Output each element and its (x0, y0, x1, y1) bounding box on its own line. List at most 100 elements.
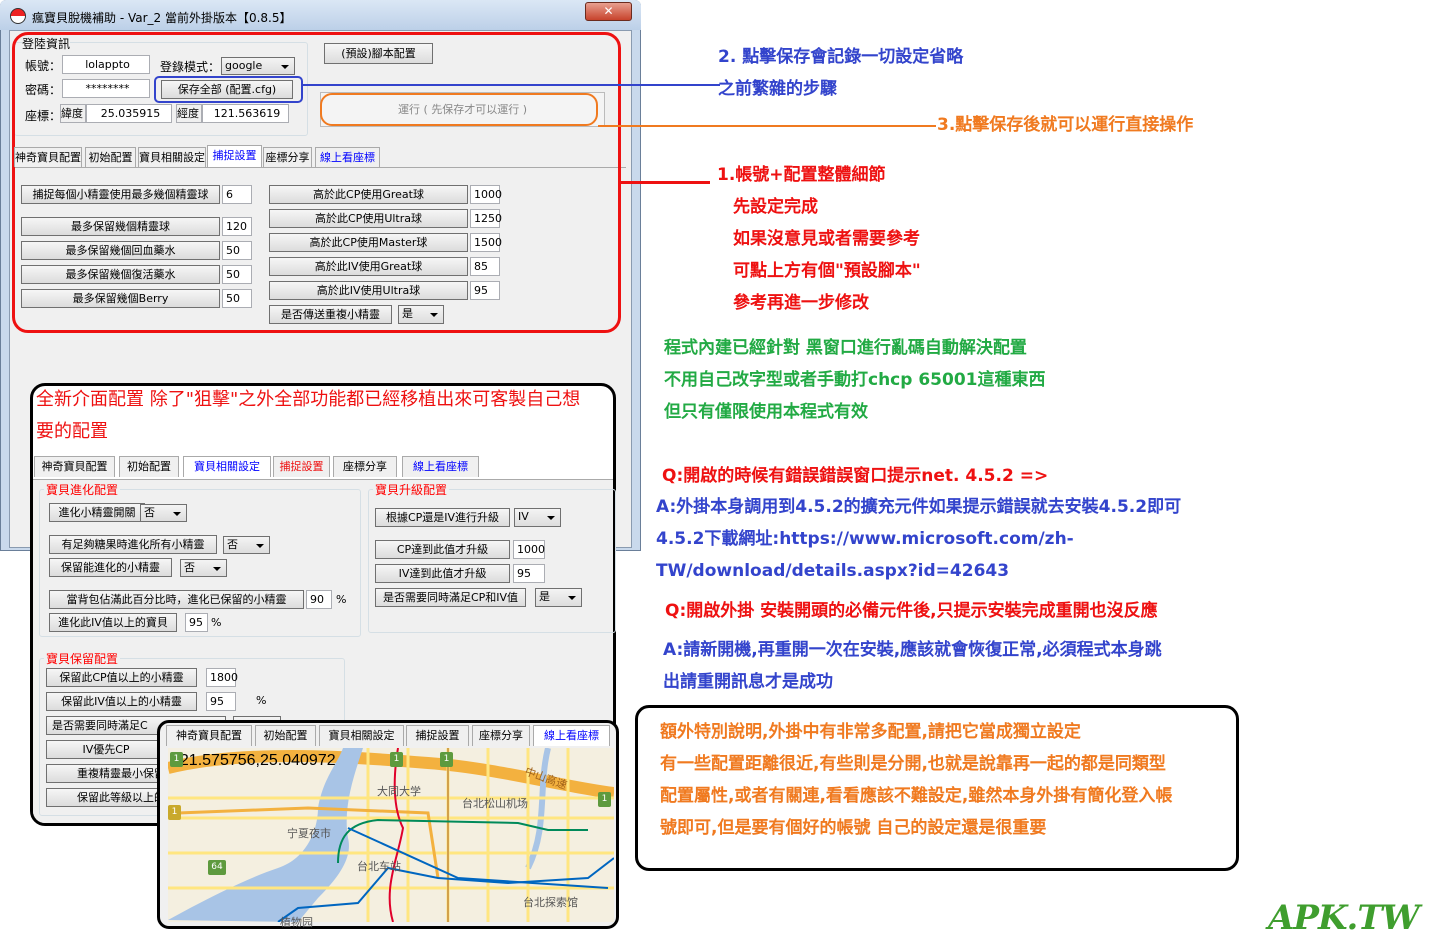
app-icon (10, 8, 26, 24)
account-note: 先設定完成 (733, 197, 818, 217)
capture-tab-4[interactable]: 座標分享 (263, 147, 312, 167)
map-tab-5[interactable]: 線上看座標 (533, 725, 610, 746)
title-bar: 瘋寶貝脫機補助 - Var_2 當前外掛版本【0.8.5】 ✕ (0, 0, 641, 30)
evolve-all-select[interactable]: 否 (223, 536, 270, 554)
map-route-shield: 1 (598, 792, 611, 807)
capture-tab-3[interactable]: 捕捉設置 (207, 145, 262, 167)
capture-left-label: 捕捉每個小精靈使用最多幾個精靈球 (21, 185, 220, 204)
capture-tab-2[interactable]: 寶貝相關設定 (138, 147, 206, 167)
faq-a1: A:外掛本身調用到4.5.2的擴充元件如果提示錯誤就去安裝4.5.2即可 (656, 497, 1182, 517)
faq-q1: Q:開啟的時候有錯誤錯誤窗口提示net. 4.5.2 => (662, 466, 1049, 486)
capture-right-input[interactable]: 95 (470, 281, 500, 300)
run-note: 3.點擊保存後就可以運行直接操作 (937, 115, 1194, 135)
account-note: 參考再進一步修改 (733, 293, 869, 313)
keep-iv-unit: % (256, 694, 267, 707)
map-label-explore: 台北探索馆 (523, 896, 578, 909)
map-tab-2[interactable]: 寶貝相關設定 (319, 725, 404, 746)
overlay-tab-4[interactable]: 座標分享 (333, 456, 397, 477)
capture-right-label: 高於此CP使用Great球 (269, 185, 468, 204)
config-connector-line (621, 181, 710, 184)
bag-percent-label: 當背包佔滿此百分比時，進化已保留的小精靈 (49, 590, 304, 609)
capture-tab-5[interactable]: 線上看座標 (315, 147, 380, 167)
map-tab-0[interactable]: 神奇寶貝配置 (166, 725, 252, 746)
map-route-shield: 1 (390, 752, 403, 767)
close-icon: ✕ (603, 4, 614, 18)
upgrade-cp-input[interactable]: 1000 (513, 540, 545, 559)
map-tab-4[interactable]: 座標分享 (472, 725, 530, 746)
capture-right-label: 高於此CP使用Ultra球 (269, 209, 468, 228)
capture-right-label: 高於此IV使用Great球 (269, 257, 468, 276)
note-box-line: 額外特別說明,外掛中有非常多配置,請把它當成獨立設定 (660, 722, 1081, 742)
close-button[interactable]: ✕ (585, 2, 632, 21)
overlay-tab-5[interactable]: 線上看座標 (402, 456, 479, 477)
capture-right-input[interactable]: 1500 (470, 233, 502, 252)
capture-left-input[interactable]: 50 (222, 241, 252, 260)
faq-a1: TW/download/details.aspx?id=42643 (656, 561, 1010, 581)
keep-iv-input[interactable]: 95 (206, 692, 236, 711)
capture-left-input[interactable]: 6 (222, 185, 252, 204)
new-ui-heading-line1: 全新介面配置 除了"狙擊"之外全部功能都已經移植出來可客製自己想 (36, 389, 581, 410)
bag-percent-input[interactable]: 90 (306, 590, 332, 609)
note-box-line: 號即可,但是要有個好的帳號 自己的設定還是很重要 (660, 818, 1047, 838)
capture-right-input[interactable]: 1000 (470, 185, 502, 204)
overlay-tab-2[interactable]: 寶貝相關設定 (183, 456, 271, 477)
capture-left-input[interactable]: 50 (222, 289, 252, 308)
faq-a2: A:請新開機,再重開一次在安裝,應該就會恢復正常,必須程式本身跳 (663, 640, 1162, 660)
note-box-line: 有一些配置距離很近,有些則是分開,也就是說靠再一起的都是同類型 (660, 754, 1166, 774)
evolve-all-label: 有足夠糖果時進化所有小精靈 (49, 535, 217, 554)
upgrade-iv-label: IV達到此值才升級 (375, 564, 510, 583)
evolve-switch-select[interactable]: 否 (140, 504, 187, 522)
account-note: 可點上方有個"預設腳本" (733, 261, 921, 281)
capture-left-input[interactable]: 50 (222, 265, 252, 284)
keep-group-title: 寶貝保留配置 (44, 650, 121, 667)
upgrade-both-select[interactable]: 是 (535, 588, 582, 607)
iv-first-label: IV優先CP (46, 740, 166, 759)
map-label-botanical: 植物园 (280, 916, 313, 929)
capture-left-label: 最多保留幾個精靈球 (21, 217, 220, 236)
map-route-shield: 64 (208, 860, 226, 875)
evolve-iv-unit: % (211, 616, 222, 629)
upgrade-cp-label: CP達到此值才升級 (375, 540, 510, 559)
overlay-tab-3[interactable]: 捕捉設置 (273, 456, 330, 477)
save-connector-line (302, 84, 720, 86)
map-tab-3[interactable]: 捕捉設置 (406, 725, 469, 746)
map-label-datong: 大同大学 (377, 785, 421, 798)
map-route-shield: 1 (170, 752, 183, 767)
upgrade-both-label: 是否需要同時滿足CP和IV值 (375, 588, 526, 607)
keep-evolvable-select[interactable]: 否 (180, 559, 227, 577)
capture-right-input[interactable]: 1250 (470, 209, 502, 228)
note-box-line: 配置屬性,或者有關連,看看應該不難設定,雖然本身外掛有簡化登入帳 (660, 786, 1173, 806)
overlay-tab-0[interactable]: 神奇寶貝配置 (34, 456, 115, 477)
bag-percent-unit: % (336, 593, 347, 606)
map-label-station: 台北车站 (357, 860, 401, 873)
account-note: 1.帳號+配置整體細節 (717, 165, 886, 185)
upgrade-group-title: 寶貝升級配置 (373, 481, 450, 498)
faq-a2: 出請重開訊息才是成功 (663, 672, 833, 692)
upgrade-basis-select[interactable]: IV (514, 508, 561, 527)
apk-watermark: APK.TW (1268, 898, 1420, 938)
faq-a1: 4.5.2下載網址:https://www.microsoft.com/zh- (656, 529, 1074, 549)
capture-right-input[interactable]: 85 (470, 257, 500, 276)
evolve-iv-input[interactable]: 95 (185, 613, 208, 632)
evolve-switch-label: 進化小精靈開關 (49, 503, 145, 522)
capture-left-label: 最多保留幾個復活藥水 (21, 265, 220, 284)
keep-iv-label: 保留此IV值以上的小精靈 (46, 692, 197, 711)
capture-left-label: 最多保留幾個回血藥水 (21, 241, 220, 260)
keep-cp-input[interactable]: 1800 (206, 668, 238, 687)
upgrade-iv-input[interactable]: 95 (513, 564, 545, 583)
evolve-group-title: 寶貝進化配置 (44, 481, 121, 498)
map-route-shield: 1 (440, 752, 453, 767)
capture-tab-1[interactable]: 初始配置 (85, 147, 136, 167)
keep-evolvable-label: 保留能進化的小精靈 (49, 558, 172, 577)
duplicate-min-label: 重複精靈最小保留 (46, 764, 166, 783)
map-label-ningxia: 宁夏夜市 (287, 827, 331, 840)
capture-left-input[interactable]: 120 (222, 217, 252, 236)
keep-cp-label: 保留此CP值以上的小精靈 (46, 668, 197, 687)
capture-tab-0[interactable]: 神奇寶貝配置 (14, 147, 82, 167)
capture-right-label: 高於此CP使用Master球 (269, 233, 468, 252)
map-route-shield: 1 (168, 805, 181, 820)
overlay-tab-1[interactable]: 初始配置 (119, 456, 179, 477)
save-note: 2. 點擊保存會記錄一切設定省略 (718, 47, 964, 67)
new-ui-heading-line2: 要的配置 (36, 421, 108, 442)
map-tab-1[interactable]: 初始配置 (255, 725, 316, 746)
